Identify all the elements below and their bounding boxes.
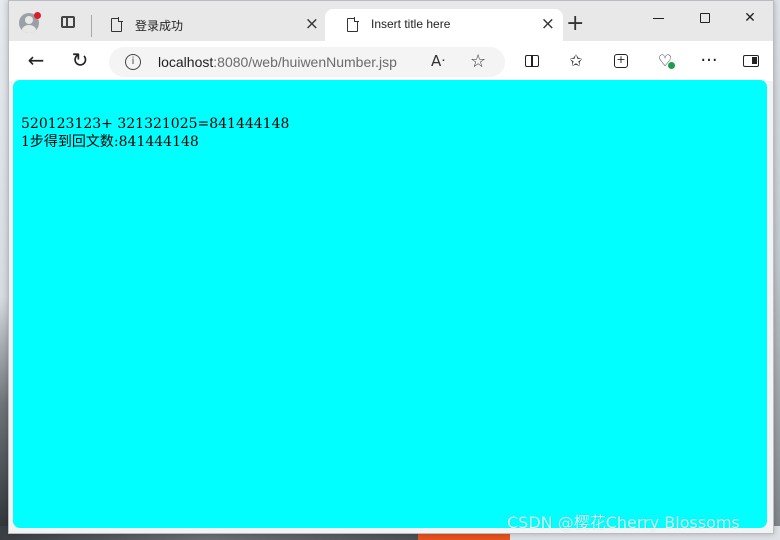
tab-login-success[interactable]: 登录成功 × bbox=[97, 9, 323, 41]
palindrome-line: 1步得到回文数:841444148 bbox=[21, 134, 199, 150]
tab-actions-icon[interactable] bbox=[61, 16, 75, 28]
close-icon[interactable]: × bbox=[305, 16, 319, 33]
read-aloud-icon[interactable]: Aᐧ bbox=[431, 52, 445, 70]
minimize-icon bbox=[653, 18, 664, 19]
browser-essentials-icon[interactable]: ♡ bbox=[653, 49, 677, 73]
window-close-button[interactable]: ✕ bbox=[727, 5, 773, 31]
collections-icon[interactable]: + bbox=[609, 49, 633, 73]
favorites-icon[interactable]: ✩ bbox=[564, 49, 588, 73]
sidebar-icon[interactable] bbox=[739, 49, 763, 73]
new-tab-button[interactable]: + bbox=[566, 13, 584, 35]
profile-body bbox=[22, 25, 36, 33]
maximize-button[interactable] bbox=[682, 5, 728, 31]
url-path: :8080/web/huiwenNumber.jsp bbox=[213, 54, 397, 70]
browser-toolbar: ← ↻ i localhost:8080/web/huiwenNumber.js… bbox=[9, 41, 773, 81]
star-icon[interactable]: ☆ bbox=[470, 51, 486, 72]
more-icon[interactable]: ··· bbox=[697, 49, 721, 73]
title-bar: 登录成功 × Insert title here × + ✕ bbox=[9, 1, 773, 41]
page-icon bbox=[111, 17, 123, 32]
tab-title: 登录成功 bbox=[135, 19, 184, 33]
page-icon bbox=[347, 17, 359, 32]
close-icon[interactable]: × bbox=[541, 16, 555, 33]
split-screen-shape bbox=[525, 55, 539, 67]
tab-divider bbox=[91, 15, 92, 37]
url-host: localhost bbox=[158, 54, 214, 70]
sum-line: 520123123+ 321321025=841444148 bbox=[21, 116, 290, 132]
page-content: 520123123+ 321321025=841444148 1步得到回文数:84… bbox=[13, 80, 767, 528]
maximize-icon bbox=[700, 13, 710, 23]
profile-notification-dot bbox=[34, 12, 41, 19]
result-output: 520123123+ 321321025=841444148 1步得到回文数:84… bbox=[21, 115, 289, 151]
collections-shape: + bbox=[614, 54, 628, 68]
url-text[interactable]: localhost:8080/web/huiwenNumber.jsp bbox=[158, 54, 397, 70]
browser-window: 登录成功 × Insert title here × + ✕ ← ↻ i loc… bbox=[8, 0, 774, 534]
watermark-text: CSDN @樱花Cherry Blossoms bbox=[507, 513, 740, 532]
sidebar-shape bbox=[743, 55, 759, 67]
site-info-icon[interactable]: i bbox=[125, 54, 141, 70]
address-bar[interactable]: i localhost:8080/web/huiwenNumber.jsp Aᐧ… bbox=[109, 47, 505, 77]
profile-head bbox=[25, 16, 33, 24]
tab-title: Insert title here bbox=[371, 17, 451, 31]
back-arrow-icon[interactable]: ← bbox=[23, 48, 49, 74]
reload-icon[interactable]: ↻ bbox=[67, 48, 93, 74]
split-screen-icon[interactable] bbox=[520, 49, 544, 73]
minimize-button[interactable] bbox=[636, 5, 682, 31]
health-indicator-dot bbox=[668, 62, 675, 69]
tab-insert-title[interactable]: Insert title here × bbox=[325, 9, 563, 41]
